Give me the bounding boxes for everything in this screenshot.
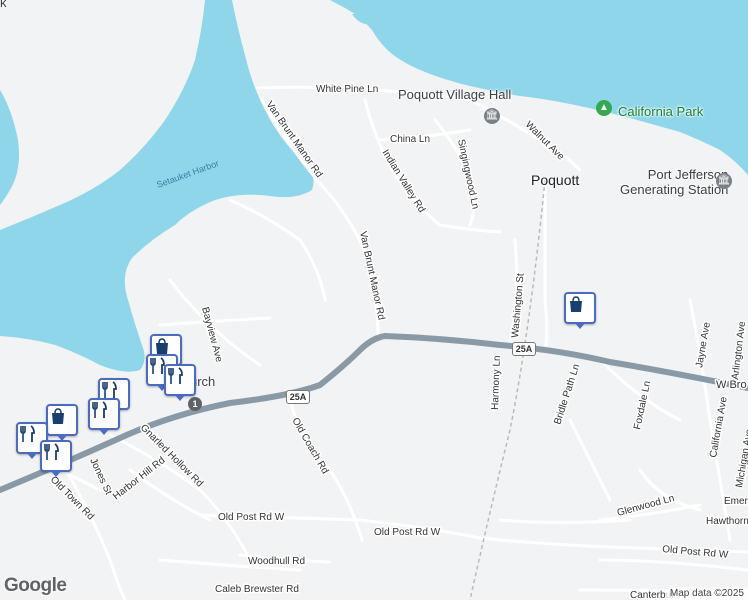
label-port-jefferson-line1: Port Jefferson [647, 167, 729, 182]
google-logo: Google [4, 575, 67, 596]
fork-knife-icon [44, 443, 59, 460]
label-white-pine-ln: White Pine Ln [316, 84, 378, 95]
label-hawthorne-partial: Hawthorn [706, 516, 748, 527]
label-harmony-ln: Harmony Ln [490, 355, 503, 410]
route-1-shield: 1 [188, 397, 202, 411]
label-china-ln: China Ln [390, 134, 430, 145]
town-hall-icon[interactable]: 🏛 [484, 108, 500, 124]
pin-restaurant-6[interactable] [40, 440, 72, 477]
fork-knife-icon [102, 381, 117, 398]
label-caleb-brewster-rd: Caleb Brewster Rd [215, 584, 299, 595]
label-old-post-rd-w-2: Old Post Rd W [374, 527, 441, 538]
label-top-left-partial: k [0, 0, 7, 10]
fork-knife-icon [168, 367, 183, 384]
label-old-post-rd-w-1: Old Post Rd W [218, 512, 285, 523]
map-base-layer: White Pine Ln China Ln Singingwood Ln Wa… [0, 0, 748, 600]
label-port-jefferson-generating-station: Port Jefferson Generating Station [620, 167, 728, 197]
pin-restaurant-2[interactable] [164, 364, 196, 401]
fork-knife-icon [92, 401, 107, 418]
power-station-icon[interactable]: 🏛 [716, 173, 732, 189]
label-poquott-village-hall: Poquott Village Hall [398, 87, 512, 102]
pin-restaurant-4[interactable] [88, 398, 120, 435]
shopping-bag-icon [570, 296, 582, 312]
shopping-bag-icon [156, 338, 168, 354]
label-port-jefferson-line2: Generating Station [620, 182, 729, 197]
fork-knife-icon [20, 425, 35, 442]
park-icon[interactable]: ▲ [596, 100, 612, 116]
label-emerson-partial: Emer [724, 496, 748, 507]
route-25a-shield-west: 25A [286, 390, 310, 404]
route-25a-shield-east: 25A [512, 342, 536, 356]
shopping-bag-icon [52, 408, 64, 424]
map-canvas[interactable]: White Pine Ln China Ln Singingwood Ln Wa… [0, 0, 748, 600]
pin-shopping-cluster[interactable] [46, 404, 78, 441]
pin-shopping-east[interactable] [564, 292, 596, 329]
label-w-broadway-partial: W Bro [716, 379, 747, 391]
label-california-park: California Park [618, 104, 704, 119]
label-woodhull-rd: Woodhull Rd [248, 556, 305, 567]
map-attribution[interactable]: Map data ©2025 [665, 587, 748, 600]
label-poquott: Poquott [531, 172, 580, 188]
